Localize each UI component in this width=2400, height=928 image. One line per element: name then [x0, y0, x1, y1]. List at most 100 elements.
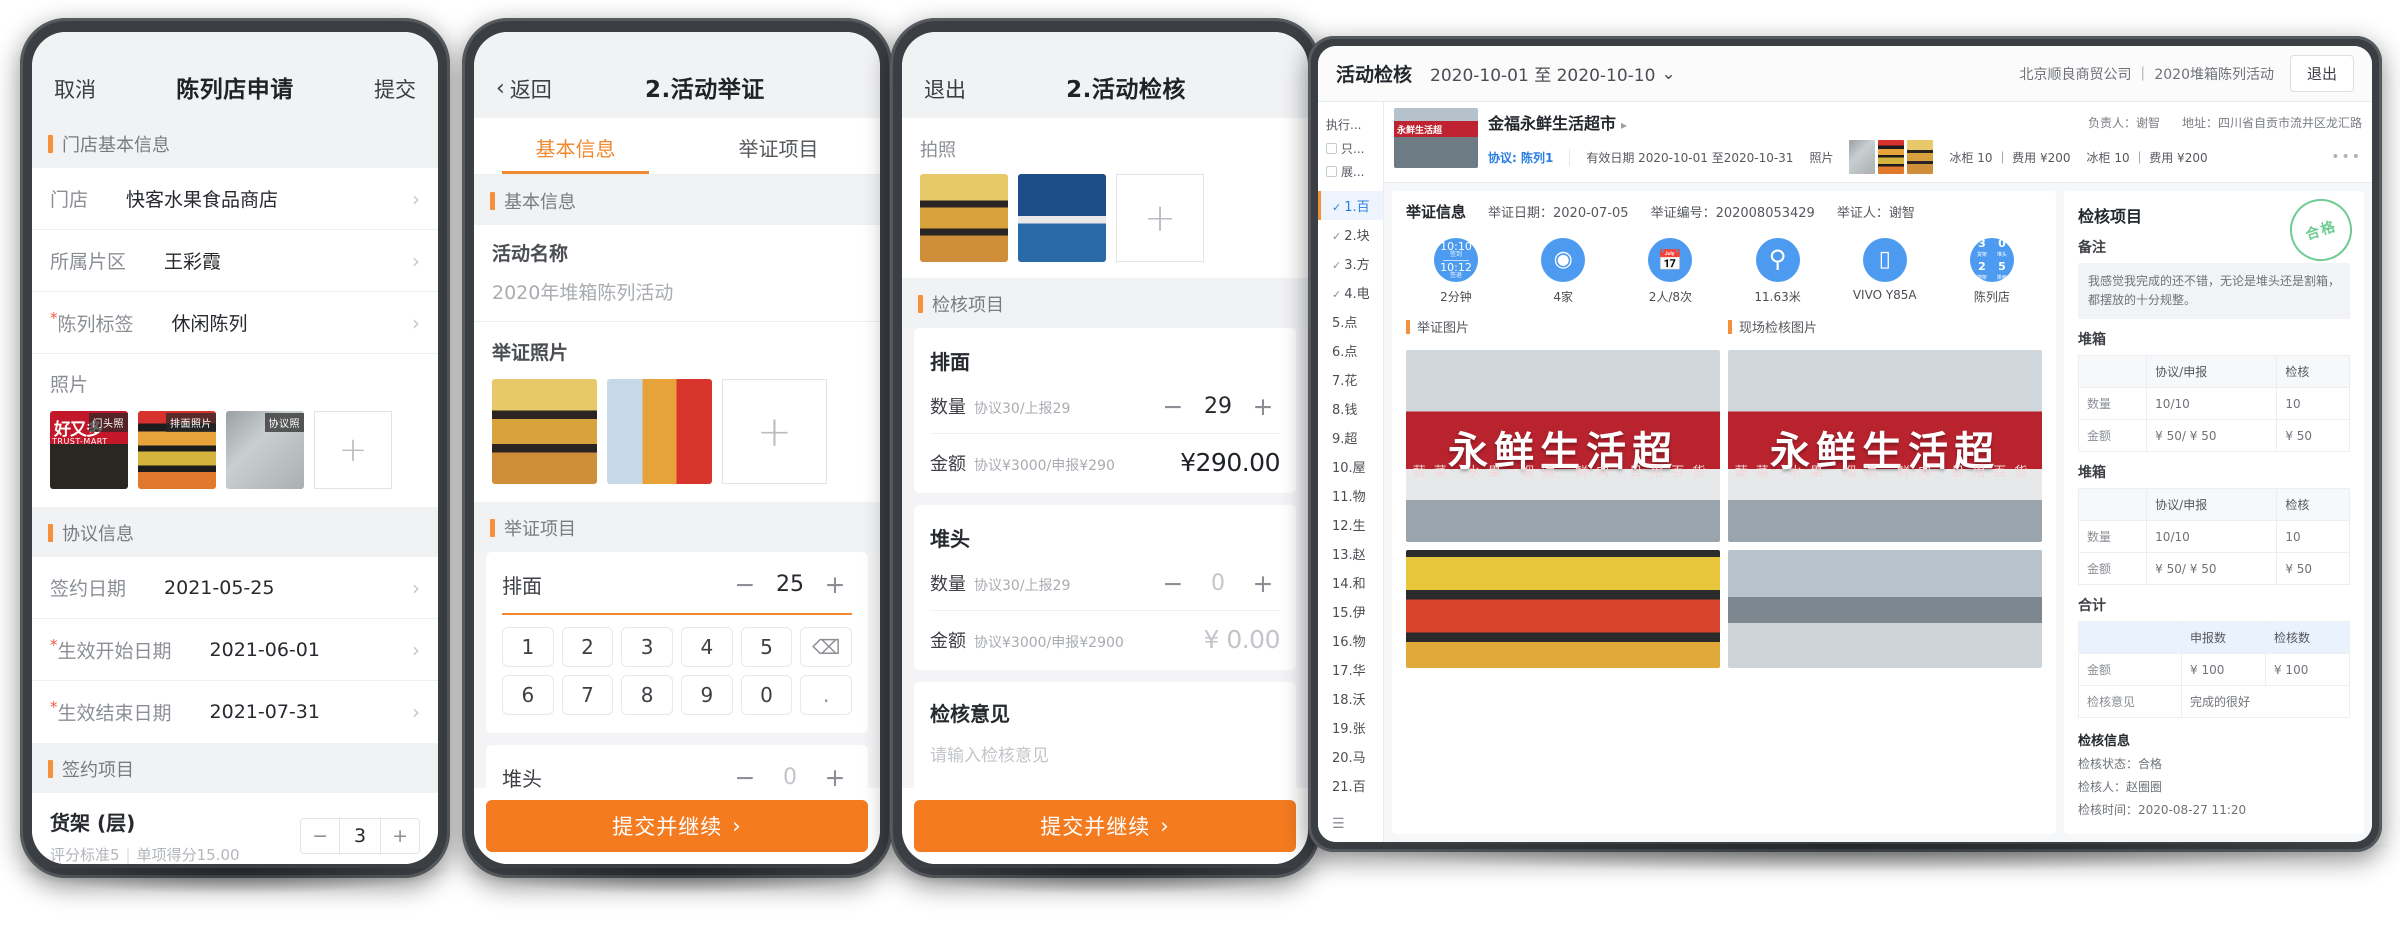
stepper-value[interactable]: 29	[1190, 394, 1246, 419]
exit-button[interactable]: 退出	[924, 74, 966, 104]
sidebar-item-10[interactable]: 10.屋	[1318, 452, 1383, 481]
phone3-scroll[interactable]: 拍照 + 检核项目 排面 数量 协议30/上报29 − 29 + 金额 协议¥3…	[902, 118, 1308, 788]
numeric-keypad[interactable]: 1 2 3 4 5 ⌫ 6 7 8 9 0 .	[502, 617, 852, 729]
field-row-end-date[interactable]: *生效结束日期 2021-07-31 ›	[32, 681, 438, 743]
sidebar-collapse-icon[interactable]: ☰	[1318, 808, 1383, 842]
key-4[interactable]: 4	[681, 627, 733, 667]
quantity-stepper[interactable]: − 0 +	[728, 765, 852, 788]
storefront-photo[interactable]: 门头照	[50, 411, 128, 489]
key-6[interactable]: 6	[502, 675, 554, 715]
stepper-value[interactable]: 3	[339, 819, 382, 853]
stepper-minus-button[interactable]: −	[1156, 394, 1190, 419]
stepper-plus-button[interactable]: +	[1246, 394, 1280, 419]
quantity-stepper[interactable]: − 25 +	[728, 572, 852, 597]
phone1-scroll[interactable]: 门店基本信息 门店 快客水果食品商店 › 所属片区 王彩霞 › *陈列标签 休闲…	[32, 118, 438, 864]
submit-button[interactable]: 提交	[374, 74, 416, 104]
quantity-stepper[interactable]: − 29 +	[1156, 394, 1280, 419]
stepper-value[interactable]: 0	[1190, 571, 1246, 596]
add-evidence-photo-button[interactable]: +	[722, 379, 827, 484]
sidebar-store-list[interactable]: ✓ 1.百 ✓ 2.块 ✓ 3.方 ✓ 4.电 5.点 6.点 7.花 8.钱 9.超 …	[1318, 191, 1383, 808]
sidebar-item-19[interactable]: 19.张	[1318, 713, 1383, 742]
key-decimal[interactable]: .	[800, 675, 852, 715]
cancel-button[interactable]: 取消	[54, 74, 96, 104]
stepper-minus-button[interactable]: −	[1156, 571, 1190, 596]
sidebar-item-1[interactable]: ✓ 1.百	[1318, 191, 1383, 220]
sidebar-item-5[interactable]: 5.点	[1318, 307, 1383, 336]
sidebar-item-3[interactable]: ✓ 3.方	[1318, 249, 1383, 278]
field-row-display-tag[interactable]: *陈列标签 休闲陈列 ›	[32, 292, 438, 354]
field-row-sign-date[interactable]: 签约日期 2021-05-25 ›	[32, 557, 438, 619]
store-name[interactable]: 金福永鲜生活超市 ▸	[1488, 110, 1627, 134]
date-range-selector[interactable]: 2020-10-01 至 2020-10-10 ⌄	[1430, 61, 1676, 87]
sidebar-item-12[interactable]: 12.生	[1318, 510, 1383, 539]
evidence-photo-storefront[interactable]: 永鲜生活超 蔬菜 水果 烟酒 鲜肉 日用百货	[1406, 350, 1720, 542]
add-photo-button[interactable]: +	[314, 411, 392, 489]
sidebar-item-2[interactable]: ✓ 2.块	[1318, 220, 1383, 249]
key-9[interactable]: 9	[681, 675, 733, 715]
tab-basic-info[interactable]: 基本信息	[474, 118, 677, 174]
sidebar-item-4[interactable]: ✓ 4.电	[1318, 278, 1383, 307]
scene-photo-street[interactable]	[1728, 550, 2042, 668]
field-row-store[interactable]: 门店 快客水果食品商店 ›	[32, 168, 438, 230]
stepper-minus-button[interactable]: −	[728, 572, 762, 597]
sidebar-item-13[interactable]: 13.赵	[1318, 539, 1383, 568]
sidebar-item-17[interactable]: 17.华	[1318, 655, 1383, 684]
more-options-icon[interactable]: •••	[2331, 149, 2362, 165]
sidebar-item-16[interactable]: 16.物	[1318, 626, 1383, 655]
sidebar-item-21[interactable]: 21.百	[1318, 771, 1383, 800]
sidebar-filter-only[interactable]: 只...	[1318, 137, 1383, 160]
stepper-plus-button[interactable]: +	[1246, 571, 1280, 596]
stepper-minus-button[interactable]: −	[301, 819, 339, 853]
mini-photo-2[interactable]	[1878, 140, 1905, 174]
submit-and-continue-button[interactable]: 提交并继续 ›	[914, 800, 1296, 852]
stepper-plus-button[interactable]: +	[381, 819, 419, 853]
sidebar-item-18[interactable]: 18.沃	[1318, 684, 1383, 713]
store-thumbnail[interactable]	[1394, 108, 1478, 168]
key-2[interactable]: 2	[561, 627, 614, 667]
agreement-chip[interactable]: 协议: 陈列1	[1488, 148, 1571, 166]
sidebar-item-8[interactable]: 8.钱	[1318, 394, 1383, 423]
sidebar-item-7[interactable]: 7.花	[1318, 365, 1383, 394]
mini-photo-1[interactable]	[1849, 140, 1876, 174]
evidence-photo-1[interactable]	[492, 379, 597, 484]
quantity-stepper[interactable]: − 0 +	[1156, 571, 1280, 596]
logout-button[interactable]: 退出	[2289, 55, 2354, 92]
key-8[interactable]: 8	[621, 675, 673, 715]
quantity-stepper[interactable]: − 3 +	[300, 818, 420, 854]
sidebar-item-20[interactable]: 20.马	[1318, 742, 1383, 771]
key-3[interactable]: 3	[621, 627, 673, 667]
stepper-value[interactable]: 25	[762, 572, 818, 597]
sidebar-item-11[interactable]: 11.物	[1318, 481, 1383, 510]
checkbox-icon[interactable]	[1326, 143, 1337, 154]
checkbox-icon[interactable]	[1326, 166, 1337, 177]
shelf-photo[interactable]: 排面照片	[138, 411, 216, 489]
sidebar-item-9[interactable]: 9.超	[1318, 423, 1383, 452]
mini-photo-3[interactable]	[1907, 140, 1934, 174]
stepper-plus-button[interactable]: +	[818, 765, 852, 788]
sidebar-filter-expand[interactable]: 展...	[1318, 160, 1383, 183]
evidence-photo-shelf[interactable]	[1406, 550, 1720, 668]
sidebar-item-15[interactable]: 15.伊	[1318, 597, 1383, 626]
add-capture-photo-button[interactable]: +	[1116, 174, 1204, 262]
back-button[interactable]: ‹ 返回	[496, 74, 552, 104]
backspace-icon[interactable]: ⌫	[800, 627, 852, 667]
capture-photo-1[interactable]	[920, 174, 1008, 262]
key-7[interactable]: 7	[561, 675, 614, 715]
sidebar-item-14[interactable]: 14.和	[1318, 568, 1383, 597]
phone2-scroll[interactable]: 基本信息 活动名称 2020年堆箱陈列活动 举证照片 + 举证项目 排面 − 2…	[474, 175, 880, 788]
stepper-plus-button[interactable]: +	[818, 572, 852, 597]
key-0[interactable]: 0	[740, 675, 793, 715]
submit-and-continue-button[interactable]: 提交并继续 ›	[486, 800, 868, 852]
scene-photo-storefront[interactable]: 永鲜生活超 蔬菜 水果 烟酒 鲜肉 日用百货	[1728, 350, 2042, 542]
tab-evidence-items[interactable]: 举证项目	[677, 118, 880, 174]
sidebar-item-6[interactable]: 6.点	[1318, 336, 1383, 365]
check-opinion-input[interactable]: 请输入检核意见	[930, 741, 1280, 766]
field-row-area[interactable]: 所属片区 王彩霞 ›	[32, 230, 438, 292]
field-row-start-date[interactable]: *生效开始日期 2021-06-01 ›	[32, 619, 438, 681]
stepper-value[interactable]: 0	[762, 765, 818, 788]
stepper-minus-button[interactable]: −	[728, 765, 762, 788]
key-5[interactable]: 5	[740, 627, 793, 667]
capture-photo-2[interactable]	[1018, 174, 1106, 262]
evidence-photo-2[interactable]	[607, 379, 712, 484]
key-1[interactable]: 1	[502, 627, 554, 667]
